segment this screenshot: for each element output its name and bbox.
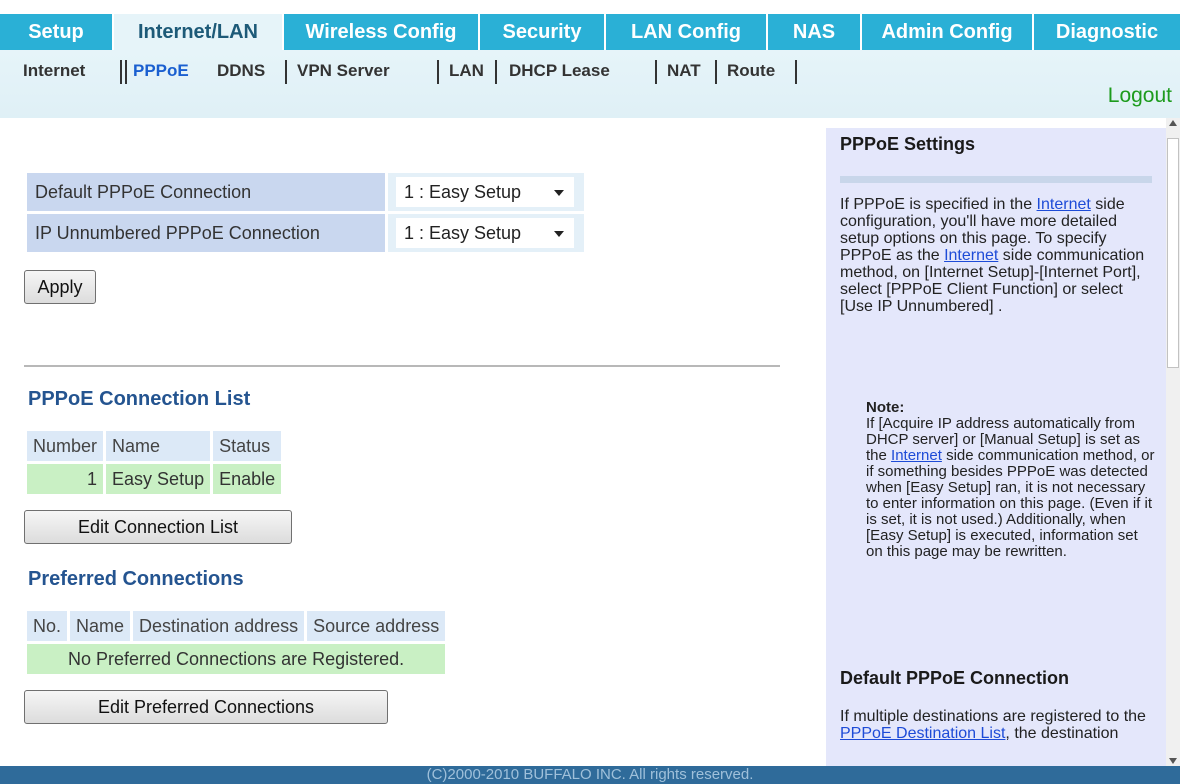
apply-button[interactable]: Apply	[24, 270, 96, 304]
pppoe-settings-form: Default PPPoE Connection 1 : Easy Setup …	[24, 170, 587, 255]
subnav-separator	[285, 60, 287, 84]
subnav-route[interactable]: Route	[724, 60, 778, 84]
help-divider	[840, 176, 1152, 183]
logout-link[interactable]: Logout	[1108, 84, 1172, 108]
help-scrollbar[interactable]	[1166, 118, 1180, 766]
subnav-separator	[495, 60, 497, 84]
subnav-vpn-server[interactable]: VPN Server	[294, 60, 393, 84]
help-title-default-connection: Default PPPoE Connection	[840, 668, 1070, 688]
main-content: Default PPPoE Connection 1 : Easy Setup …	[0, 118, 810, 766]
chevron-down-icon	[554, 231, 564, 237]
scrollbar-thumb[interactable]	[1167, 138, 1179, 368]
tab-diagnostic[interactable]: Diagnostic	[1034, 14, 1180, 50]
tab-setup[interactable]: Setup	[0, 14, 112, 50]
default-pppoe-label: Default PPPoE Connection	[27, 173, 385, 211]
edit-preferred-connections-button[interactable]: Edit Preferred Connections	[24, 690, 388, 724]
ip-unnumbered-select[interactable]: 1 : Easy Setup	[396, 218, 574, 248]
sub-navigation: Internet PPPoE DDNS VPN Server LAN DHCP …	[0, 50, 1180, 118]
help-title: PPPoE Settings	[840, 134, 976, 154]
subnav-nat[interactable]: NAT	[664, 60, 704, 84]
subnav-separator	[655, 60, 657, 84]
ip-unnumbered-label: IP Unnumbered PPPoE Connection	[27, 214, 385, 252]
tab-lan-config[interactable]: LAN Config	[606, 14, 766, 50]
tab-wireless-config[interactable]: Wireless Config	[284, 14, 478, 50]
column-header: No.	[27, 611, 68, 641]
column-header: Destination address	[133, 611, 305, 641]
row-name: Easy Setup	[106, 464, 211, 494]
pppoe-destination-list-link[interactable]: PPPoE Destination List	[840, 725, 1005, 742]
tab-admin-config[interactable]: Admin Config	[862, 14, 1032, 50]
internet-link[interactable]: Internet	[1037, 196, 1091, 213]
tab-security[interactable]: Security	[480, 14, 604, 50]
top-navigation: Setup Internet/LAN Wireless Config Secur…	[0, 0, 1180, 50]
preferred-connections-heading: Preferred Connections	[28, 568, 244, 590]
column-header: Name	[70, 611, 131, 641]
column-header: Number	[27, 431, 104, 461]
subnav-separator	[715, 60, 717, 84]
subnav-lan[interactable]: LAN	[446, 60, 487, 84]
copyright-footer: (C)2000-2010 BUFFALO INC. All rights res…	[0, 766, 1180, 784]
help-paragraph: If PPPoE is specified in the Internet si…	[840, 196, 1145, 315]
connection-list-table: Number Name Status 1 Easy Setup Enable	[24, 428, 284, 497]
empty-message: No Preferred Connections are Registered.	[27, 644, 446, 674]
subnav-dhcp-lease[interactable]: DHCP Lease	[506, 60, 613, 84]
subnav-separator	[125, 60, 127, 84]
column-header: Name	[106, 431, 211, 461]
internet-link[interactable]: Internet	[944, 247, 998, 264]
subnav-internet[interactable]: Internet	[20, 60, 88, 84]
subnav-separator	[437, 60, 439, 84]
scroll-up-icon[interactable]	[1169, 120, 1177, 126]
help-note: Note: If [Acquire IP address automaticall…	[866, 399, 1155, 560]
table-row: No Preferred Connections are Registered.	[27, 644, 446, 674]
scroll-down-icon[interactable]	[1169, 758, 1177, 764]
tab-internet-lan[interactable]: Internet/LAN	[114, 14, 282, 50]
preferred-connections-table: No. Name Destination address Source addr…	[24, 608, 448, 677]
column-header: Status	[213, 431, 282, 461]
row-status: Enable	[213, 464, 282, 494]
tab-nas[interactable]: NAS	[768, 14, 860, 50]
subnav-separator	[120, 60, 122, 84]
divider	[24, 365, 780, 367]
edit-connection-list-button[interactable]: Edit Connection List	[24, 510, 292, 544]
subnav-pppoe[interactable]: PPPoE	[130, 60, 192, 84]
help-panel: PPPoE Settings If PPPoE is specified in …	[826, 128, 1166, 766]
connection-list-heading: PPPoE Connection List	[28, 388, 251, 410]
internet-link[interactable]: Internet	[891, 447, 942, 464]
subnav-separator	[795, 60, 797, 84]
help-paragraph: If multiple destinations are registered …	[840, 708, 1146, 742]
subnav-ddns[interactable]: DDNS	[214, 60, 268, 84]
table-row: 1 Easy Setup Enable	[27, 464, 282, 494]
row-number: 1	[27, 464, 104, 494]
default-pppoe-select[interactable]: 1 : Easy Setup	[396, 177, 574, 207]
chevron-down-icon	[554, 190, 564, 196]
column-header: Source address	[307, 611, 446, 641]
